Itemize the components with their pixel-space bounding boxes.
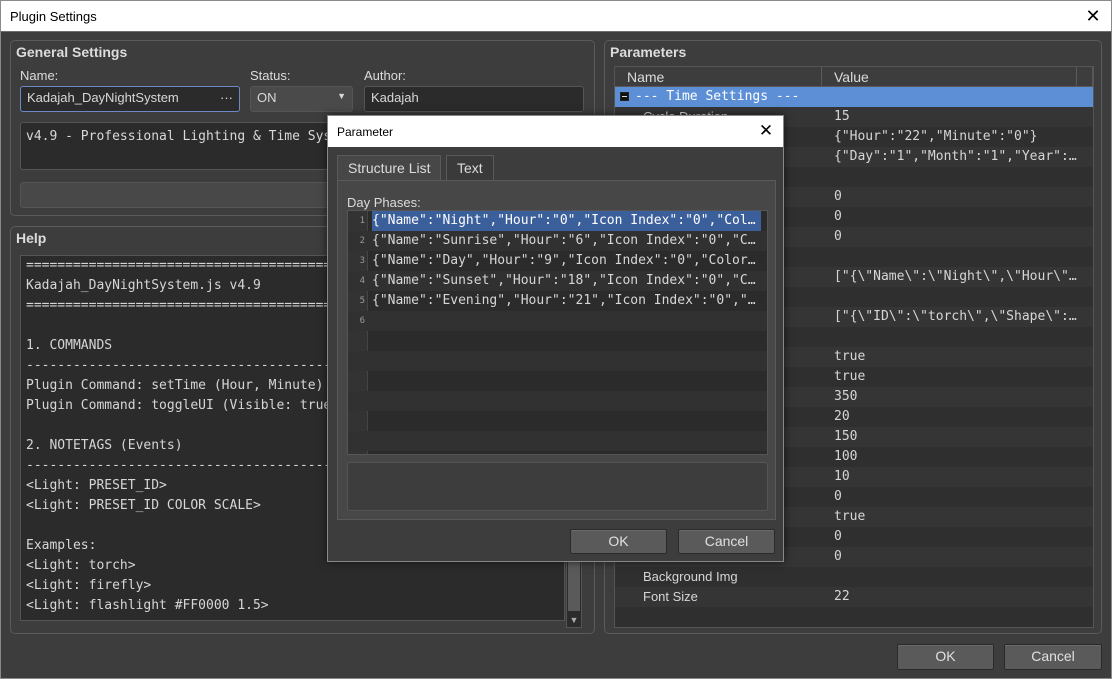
day-phase-line[interactable]: 6 <box>348 311 767 331</box>
day-phase-line[interactable]: 3 {"Name":"Day","Hour":"9","Icon Index":"… <box>348 251 767 271</box>
tab-text[interactable]: Text <box>446 155 494 181</box>
day-phase-text: {"Name":"Evening","Hour":"21","Icon Inde… <box>372 293 761 308</box>
cancel-button[interactable]: Cancel <box>1004 644 1102 670</box>
column-header-spacer <box>1077 67 1093 87</box>
column-header-value[interactable]: Value <box>822 67 1077 87</box>
parameter-value: 0 <box>834 529 842 544</box>
help-scrollbar-thumb[interactable] <box>568 561 580 611</box>
line-number: 3 <box>359 256 365 266</box>
help-title: Help <box>16 230 47 246</box>
line-number: 4 <box>359 276 365 286</box>
author-field[interactable]: Kadajah <box>364 86 584 112</box>
column-header-name[interactable]: Name <box>615 67 822 87</box>
structure-list-pane: Day Phases: 1 {"Name":"Night","Hour":"0",… <box>337 180 776 520</box>
line-number: 2 <box>359 236 365 246</box>
parameter-value: 20 <box>834 409 850 424</box>
parameter-value: 0 <box>834 489 842 504</box>
ok-button[interactable]: OK <box>897 644 994 670</box>
day-phase-line[interactable] <box>348 431 767 451</box>
day-phase-text: {"Name":"Sunrise","Hour":"6","Icon Index… <box>372 233 761 248</box>
dialog-close-icon[interactable]: ✕ <box>755 120 777 142</box>
day-phase-line[interactable] <box>348 331 767 351</box>
parameter-value: true <box>834 509 866 524</box>
day-phase-line[interactable] <box>348 411 767 431</box>
status-value: ON <box>257 90 277 105</box>
parameter-value: 22 <box>834 589 850 604</box>
window-close-icon[interactable]: ✕ <box>1081 5 1105 27</box>
parameter-row[interactable]: Font Size 22 <box>615 587 1093 607</box>
author-label: Author: <box>364 68 406 83</box>
parameter-value: 0 <box>834 189 842 204</box>
dialog-cancel-button[interactable]: Cancel <box>678 529 775 554</box>
description-value: v4.9 - Professional Lighting & Time Syst… <box>26 129 363 144</box>
day-phase-text: {"Name":"Day","Hour":"9","Icon Index":"0… <box>372 253 761 268</box>
parameter-value: ["{\"Name\":\"Night\",\"Hour\":\... <box>834 269 1079 284</box>
tab-structure-list[interactable]: Structure List <box>337 155 442 181</box>
day-phase-line[interactable] <box>348 371 767 391</box>
day-phase-text: {"Name":"Night","Hour":"0","Icon Index":… <box>372 211 761 231</box>
status-select[interactable]: ON ▼ <box>250 86 353 112</box>
day-phase-line[interactable] <box>348 351 767 371</box>
line-number: 6 <box>359 316 365 326</box>
collapse-icon[interactable] <box>620 92 629 101</box>
parameter-value: {"Day":"1","Month":"1","Year":"2... <box>834 149 1079 164</box>
day-phase-line[interactable]: 5 {"Name":"Evening","Hour":"21","Icon Ind… <box>348 291 767 311</box>
author-value: Kadajah <box>371 90 419 105</box>
day-phase-line[interactable]: 2 {"Name":"Sunrise","Hour":"6","Icon Inde… <box>348 231 767 251</box>
help-line: <Light: firefly> <box>26 578 152 593</box>
name-value: Kadajah_DayNightSystem <box>27 90 179 105</box>
help-line: <Light: flashlight #FF0000 1.5> <box>26 598 269 613</box>
name-browse-button[interactable]: ··· <box>220 90 233 105</box>
status-label: Status: <box>250 68 291 83</box>
line-number: 1 <box>359 216 365 226</box>
day-phase-line[interactable]: 1 {"Name":"Night","Hour":"0","Icon Index"… <box>348 211 767 231</box>
parameter-row[interactable]: Background Img <box>615 567 1093 587</box>
chevron-down-icon: ▼ <box>337 91 346 101</box>
parameter-row-time-settings[interactable]: --- Time Settings --- <box>615 87 1093 107</box>
parameter-name: --- Time Settings --- <box>635 89 800 104</box>
window-title: Plugin Settings <box>10 9 97 24</box>
item-description-box <box>347 462 768 511</box>
parameter-name: Font Size <box>643 589 698 604</box>
parameter-value: 100 <box>834 449 858 464</box>
parameter-value: true <box>834 369 866 384</box>
dialog-titlebar: Parameter ✕ <box>328 116 783 147</box>
parameter-value: 0 <box>834 549 842 564</box>
parameter-dialog: Parameter ✕ Structure List Text Day Phas… <box>327 115 784 562</box>
dialog-ok-button[interactable]: OK <box>570 529 667 554</box>
day-phase-line[interactable]: 4 {"Name":"Sunset","Hour":"18","Icon Inde… <box>348 271 767 291</box>
day-phases-label: Day Phases: <box>347 195 421 210</box>
parameter-value: 350 <box>834 389 858 404</box>
scroll-down-arrow-icon[interactable]: ▼ <box>567 613 581 627</box>
line-number: 5 <box>359 296 365 306</box>
parameter-name: Background Img <box>643 569 738 584</box>
parameter-value: ["{\"ID\":\"torch\",\"Shape\":\"... <box>834 309 1079 324</box>
parameter-value: 0 <box>834 209 842 224</box>
dialog-title: Parameter <box>337 125 394 139</box>
parameter-value: {"Hour":"22","Minute":"0"} <box>834 129 1038 144</box>
day-phases-list[interactable]: 1 {"Name":"Night","Hour":"0","Icon Index"… <box>347 210 768 455</box>
window-titlebar: Plugin Settings ✕ <box>0 0 1112 31</box>
parameter-value: 0 <box>834 229 842 244</box>
parameter-value: 15 <box>834 109 850 124</box>
parameter-value: 10 <box>834 469 850 484</box>
general-settings-title: General Settings <box>16 44 128 60</box>
parameters-title: Parameters <box>610 44 687 60</box>
day-phase-line[interactable] <box>348 391 767 411</box>
parameter-value: 150 <box>834 429 858 444</box>
name-label: Name: <box>20 68 59 83</box>
name-field[interactable]: Kadajah_DayNightSystem ··· <box>20 86 240 112</box>
day-phase-text: {"Name":"Sunset","Hour":"18","Icon Index… <box>372 273 761 288</box>
parameter-value: true <box>834 349 866 364</box>
